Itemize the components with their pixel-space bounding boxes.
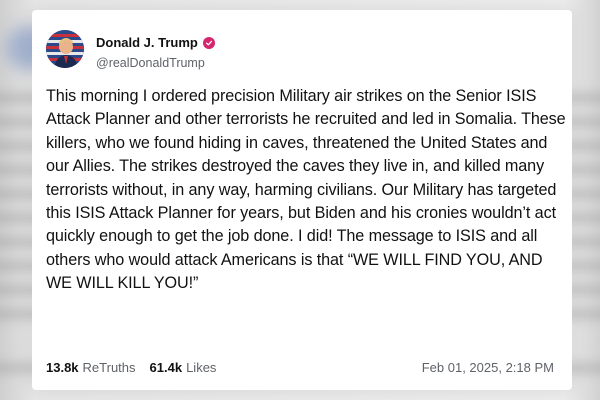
author-handle[interactable]: @realDonaldTrump xyxy=(96,56,205,70)
retruths-stat[interactable]: 13.8k ReTruths xyxy=(46,360,136,375)
post-timestamp[interactable]: Feb 01, 2025, 2:18 PM xyxy=(422,360,554,375)
likes-label: Likes xyxy=(186,360,217,375)
flag-portrait-avatar-icon xyxy=(46,30,84,68)
likes-stat[interactable]: 61.4k Likes xyxy=(150,360,217,375)
author-avatar[interactable] xyxy=(46,30,84,68)
post-card: Donald J. Trump @realDonaldTrump This mo… xyxy=(32,10,572,390)
author-name[interactable]: Donald J. Trump xyxy=(96,35,198,50)
retruths-count: 13.8k xyxy=(46,360,79,375)
retruths-label: ReTruths xyxy=(82,360,136,375)
post-footer: 13.8k ReTruths 61.4k Likes Feb 01, 2025,… xyxy=(46,360,554,375)
post-text: This morning I ordered precision Militar… xyxy=(46,87,566,293)
likes-count: 61.4k xyxy=(149,360,183,375)
verified-check-icon xyxy=(202,36,215,49)
author-name-row: Donald J. Trump xyxy=(96,35,215,50)
